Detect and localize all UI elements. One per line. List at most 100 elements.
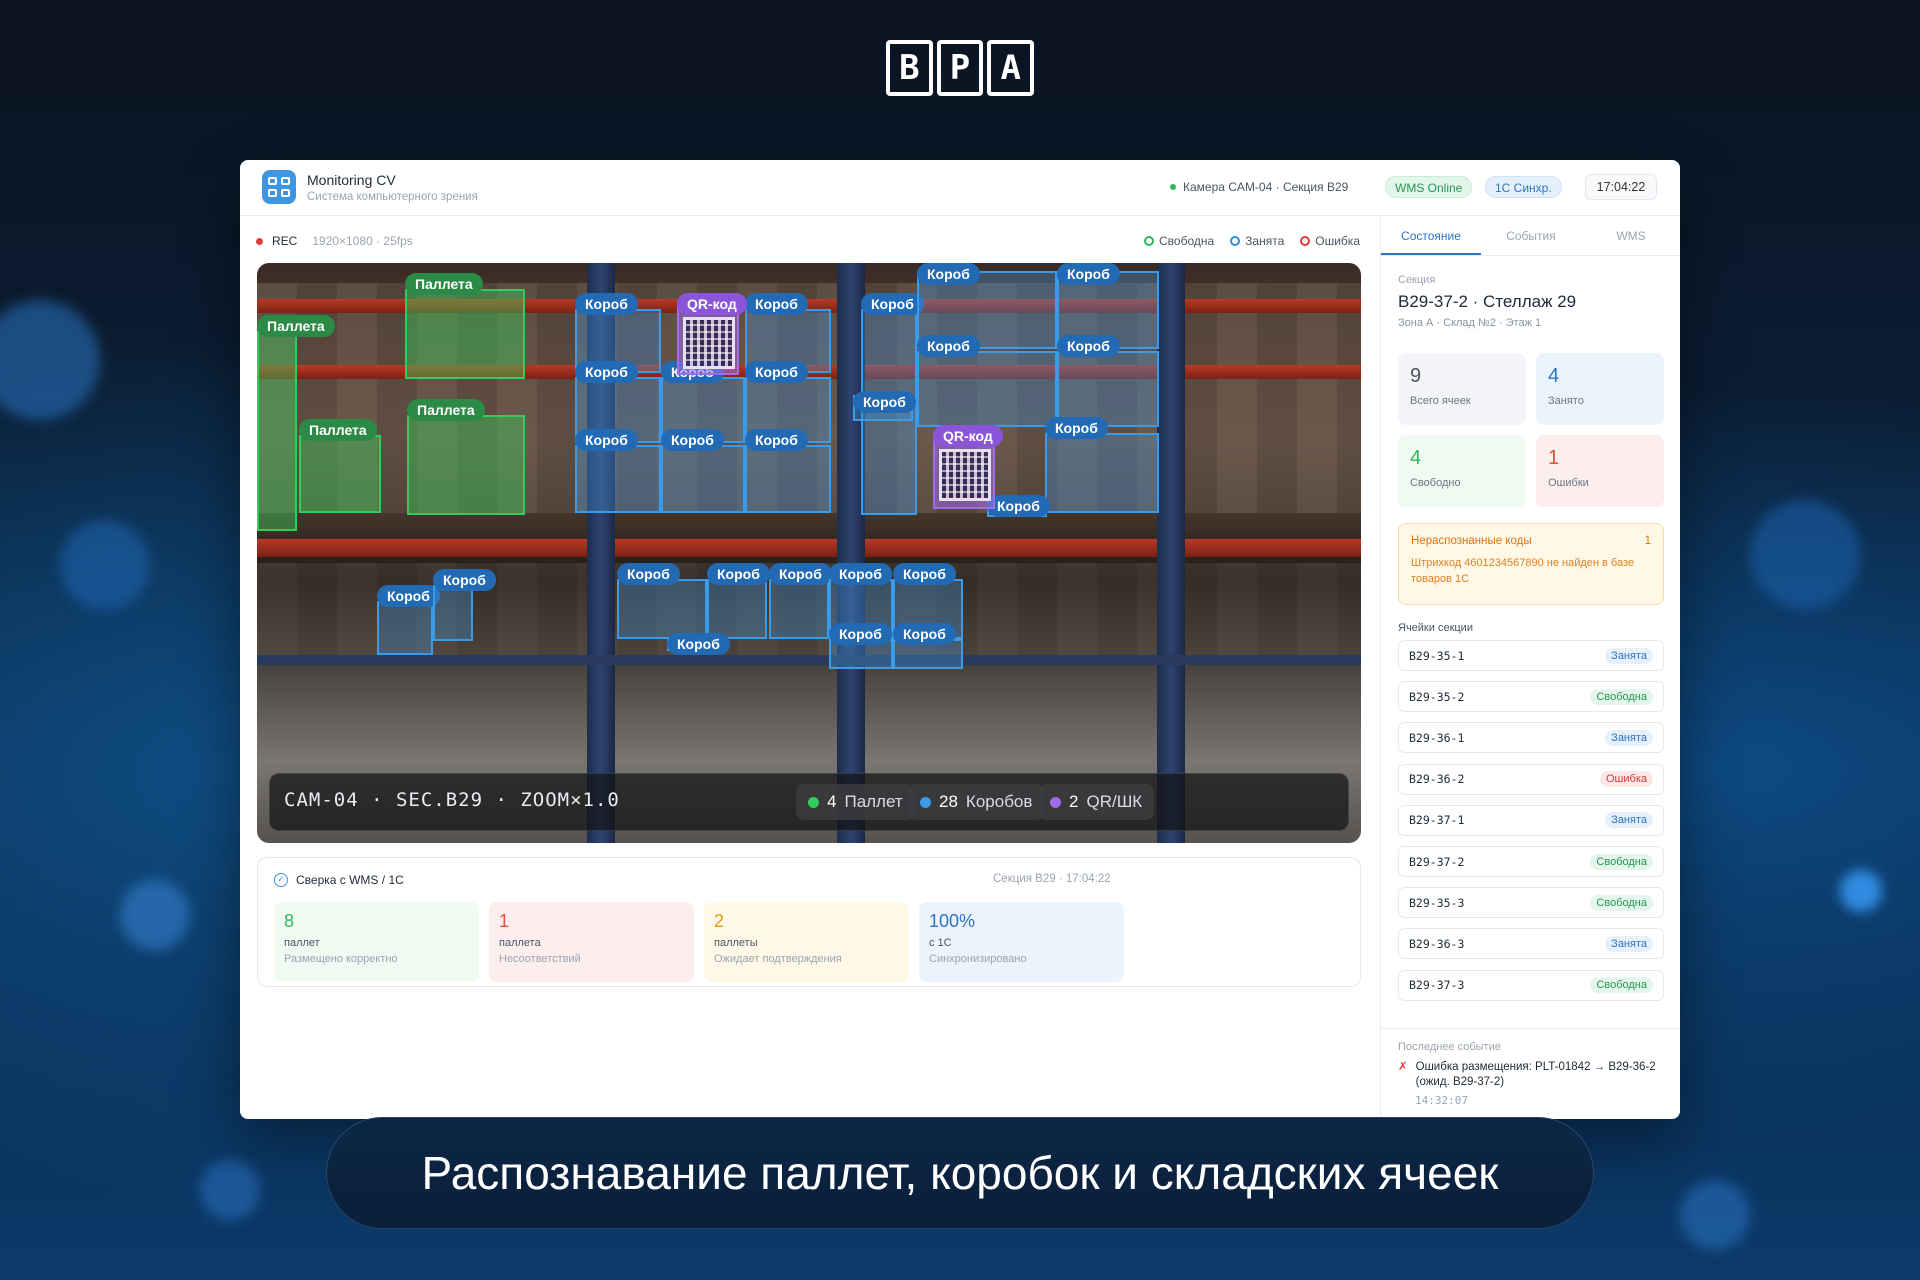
box-detection-box[interactable] bbox=[433, 585, 473, 641]
cell-row[interactable]: B29-36-1 Занята bbox=[1398, 722, 1664, 754]
resolution: 1920×1080 · 25fps bbox=[312, 234, 413, 248]
box-detection-box[interactable] bbox=[377, 601, 433, 655]
pallet-detection-box[interactable] bbox=[299, 435, 381, 513]
tab-events[interactable]: События bbox=[1481, 216, 1581, 255]
qr-count-chip: 2 QR/ШК bbox=[1038, 784, 1155, 820]
box-detection-box[interactable] bbox=[1057, 351, 1159, 427]
cell-id: B29-35-3 bbox=[1409, 895, 1465, 910]
card-value: 1 bbox=[499, 911, 510, 931]
card-unit: с 1С bbox=[929, 937, 952, 949]
card-value: 100% bbox=[929, 911, 976, 931]
tab-state[interactable]: Состояние bbox=[1381, 216, 1481, 255]
box-detection-box[interactable] bbox=[661, 445, 745, 513]
reconciliation-card[interactable]: 8 паллет Размещено корректно bbox=[274, 902, 479, 982]
rec-label: REC bbox=[272, 234, 298, 248]
app-title: Monitoring CV bbox=[307, 172, 396, 188]
legend-label: Свободна bbox=[1159, 234, 1215, 248]
brand-logo: В Р А bbox=[884, 40, 1036, 96]
cell-id: B29-35-1 bbox=[1409, 648, 1465, 663]
status-badge: Свободна bbox=[1590, 688, 1653, 705]
box-detection-box[interactable] bbox=[575, 445, 661, 513]
box-count-label: Коробов bbox=[965, 792, 1033, 811]
stat-value: 4 bbox=[1548, 365, 1560, 387]
cell-row[interactable]: B29-37-3 Свободна bbox=[1398, 969, 1664, 1001]
alert-body: Штрихкод 4601234567890 не найден в базе … bbox=[1411, 557, 1634, 585]
last-event-time: 14:32:07 bbox=[1415, 1094, 1468, 1107]
last-event-text: Ошибка размещения: PLT-01842 → B29-36-2 … bbox=[1415, 1061, 1656, 1088]
stat-card: 4 Занято bbox=[1536, 353, 1664, 425]
top-bar: Monitoring CV Система компьютерного зрен… bbox=[240, 160, 1680, 216]
section-subtitle: Зона А · Склад №2 · Этаж 1 bbox=[1398, 317, 1542, 329]
reconciliation-title: ✓ Сверка с WMS / 1С bbox=[274, 873, 404, 887]
grid-app-icon[interactable] bbox=[262, 170, 296, 204]
legend-occupied: Занята bbox=[1230, 234, 1284, 248]
app-window: Monitoring CV Система компьютерного зрен… bbox=[240, 160, 1680, 1119]
rec-dot-icon bbox=[256, 237, 263, 245]
alert-count: 1 bbox=[1644, 535, 1651, 547]
card-value: 8 bbox=[284, 911, 295, 931]
box-label: Короб bbox=[1057, 263, 1120, 285]
pallet-count-label: Паллет bbox=[844, 792, 903, 811]
tab-wms[interactable]: WMS bbox=[1581, 216, 1680, 255]
card-value: 2 bbox=[714, 911, 725, 931]
reconciliation-card[interactable]: 100% с 1С Синхронизировано bbox=[919, 902, 1124, 982]
qr-code-icon bbox=[683, 317, 735, 369]
box-label: Короб bbox=[707, 563, 770, 585]
check-circle-icon: ✓ bbox=[274, 873, 288, 887]
box-detection-box[interactable] bbox=[707, 579, 767, 639]
reconciliation-panel: ✓ Сверка с WMS / 1С Секция B29 · 17:04:2… bbox=[257, 857, 1361, 987]
unrecognized-codes-alert[interactable]: Нераспознанные коды 1 Штрихкод 460123456… bbox=[1398, 523, 1664, 605]
box-label: Короб bbox=[853, 391, 916, 413]
reconciliation-card[interactable]: 2 паллеты Ожидает подтверждения bbox=[704, 902, 909, 982]
online-dot-icon bbox=[1170, 184, 1176, 190]
reconciliation-card[interactable]: 1 паллета Несоответствий bbox=[489, 902, 694, 982]
panel-tabs: Состояние События WMS bbox=[1381, 216, 1680, 256]
box-detection-box[interactable] bbox=[745, 445, 831, 513]
legend-error: Ошибка bbox=[1300, 234, 1360, 248]
pallet-label: Паллета bbox=[407, 399, 485, 421]
camera-header: REC 1920×1080 · 25fps Свободна Занята Ош… bbox=[256, 230, 1360, 254]
sync-status-badge: 1С Синхр. bbox=[1485, 176, 1562, 198]
box-detection-box[interactable] bbox=[1045, 433, 1159, 513]
qr-label: QR-код bbox=[677, 293, 747, 315]
pallet-label: Паллета bbox=[257, 315, 335, 337]
status-legend: Свободна Занята Ошибка bbox=[1144, 234, 1360, 248]
wms-status-badge: WMS Online bbox=[1385, 176, 1473, 198]
pallet-detection-box[interactable] bbox=[257, 331, 297, 531]
box-label: Короб bbox=[829, 623, 892, 645]
box-detection-box[interactable] bbox=[769, 579, 829, 639]
box-label: Короб bbox=[575, 293, 638, 315]
cell-row[interactable]: B29-35-3 Свободна bbox=[1398, 887, 1664, 919]
cell-row[interactable]: B29-36-2 Ошибка bbox=[1398, 763, 1664, 795]
box-detection-box[interactable] bbox=[617, 579, 707, 639]
cell-row[interactable]: B29-37-1 Занята bbox=[1398, 804, 1664, 836]
pallet-dot-icon bbox=[808, 796, 819, 808]
cell-id: B29-36-3 bbox=[1409, 936, 1465, 951]
status-badge: Занята bbox=[1605, 935, 1653, 952]
pallet-detection-box[interactable] bbox=[407, 415, 525, 515]
cell-id: B29-35-2 bbox=[1409, 689, 1465, 704]
cell-row[interactable]: B29-35-2 Свободна bbox=[1398, 681, 1664, 713]
card-unit: паллета bbox=[499, 937, 541, 949]
box-detection-box[interactable] bbox=[917, 351, 1057, 427]
box-label: Короб bbox=[745, 293, 808, 315]
cell-row[interactable]: B29-37-2 Свободна bbox=[1398, 846, 1664, 877]
pallet-detection-box[interactable] bbox=[405, 289, 525, 379]
cell-row[interactable]: B29-36-3 Занята bbox=[1398, 928, 1664, 960]
qr-label: QR-код bbox=[933, 425, 1003, 447]
stat-value: 1 bbox=[1548, 447, 1560, 469]
cell-id: B29-36-1 bbox=[1409, 730, 1465, 745]
qr-count-label: QR/ШК bbox=[1086, 792, 1143, 811]
box-label: Короб bbox=[1057, 335, 1120, 357]
camera-feed[interactable]: Паллета Паллета Паллета Паллета Короб Короб Ко… bbox=[257, 263, 1361, 843]
error-x-icon: ✗ bbox=[1398, 1061, 1408, 1073]
stat-label: Занято bbox=[1548, 395, 1584, 407]
card-unit: паллет bbox=[284, 937, 320, 949]
box-label: Короб bbox=[987, 495, 1050, 517]
cell-row[interactable]: B29-35-1 Занята bbox=[1398, 640, 1664, 671]
box-label: Короб bbox=[377, 585, 440, 607]
pallet-label: Паллета bbox=[405, 273, 483, 295]
status-badge: Занята bbox=[1605, 729, 1653, 746]
qr-dot-icon bbox=[1050, 796, 1061, 808]
box-label: Короб bbox=[433, 569, 496, 591]
